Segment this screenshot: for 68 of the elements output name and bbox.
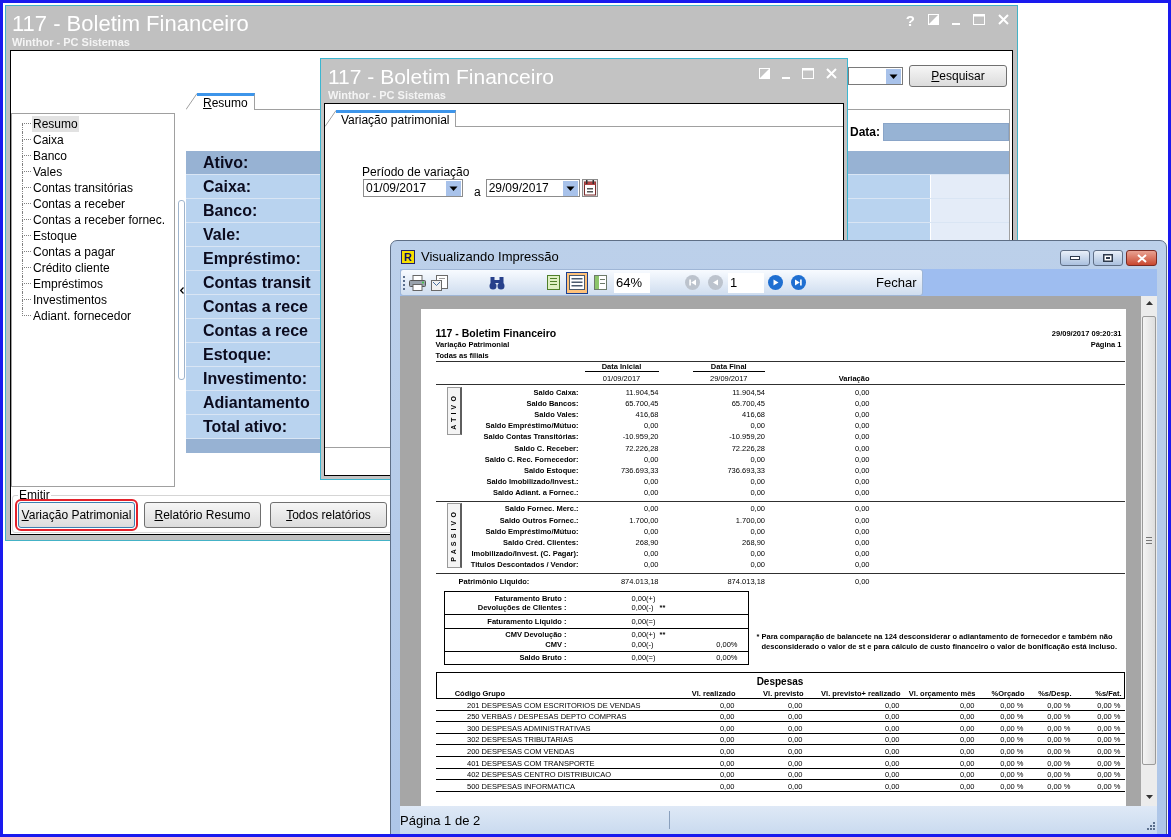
table-cell-text: Adiantamento <box>202 392 311 413</box>
table-cell-text: Contas a rece <box>202 296 309 317</box>
field-label: Data: <box>850 125 880 139</box>
maximize-button[interactable] <box>1093 250 1123 266</box>
close-button[interactable]: Fechar <box>876 275 917 290</box>
search-button[interactable]: Pesquisar <box>909 65 1007 87</box>
next-icon[interactable] <box>768 275 783 290</box>
status-text: Página 1 de 2 <box>400 812 482 828</box>
scroll-up-icon[interactable] <box>1145 301 1153 305</box>
scrollbar-thumb[interactable] <box>1142 316 1156 765</box>
window-title: 117 - Boletim Financeiro <box>12 11 249 36</box>
close-icon <box>1136 253 1147 263</box>
table-cell-text: Caixa: <box>202 176 253 197</box>
resize-grip-icon[interactable] <box>1146 820 1155 830</box>
table-cell-text: Estoque: <box>202 344 273 365</box>
caret-down-icon[interactable] <box>562 180 578 196</box>
tab[interactable]: Variação patrimonial <box>336 110 456 127</box>
table-header-cell-text: Ativo: <box>202 152 250 173</box>
skip-forward-icon[interactable] <box>791 275 806 290</box>
chevron-left-icon <box>179 286 184 294</box>
document-export-icon[interactable] <box>431 274 449 291</box>
view-mode-button[interactable] <box>566 271 588 294</box>
report-title: 117 - Boletim Financeiro <box>435 327 557 339</box>
range-separator: a <box>474 185 481 199</box>
caret-down-icon[interactable] <box>446 180 461 196</box>
table-cell-text: Total ativo: <box>202 416 289 437</box>
table-cell-text: Vale: <box>202 224 242 245</box>
app-logo: R <box>401 250 415 264</box>
field-label: Período de variação <box>362 165 470 179</box>
caret-down-icon[interactable] <box>886 68 901 84</box>
tab[interactable]: Resumo <box>197 93 255 110</box>
table-cell-text: Contas a rece <box>202 320 309 341</box>
input-field[interactable] <box>883 123 1009 141</box>
report-button[interactable]: Relatório Resumo <box>144 502 261 528</box>
minimize-button[interactable] <box>1060 250 1090 266</box>
group-label: Emitir <box>18 488 51 502</box>
calendar-icon[interactable] <box>581 179 598 197</box>
table-title: Despesas <box>756 676 804 687</box>
tree-item[interactable]: Estoque <box>32 228 79 244</box>
table-cell-text: Investimento: <box>202 368 308 389</box>
window-title: Visualizando Impressão <box>421 249 559 264</box>
minimize-icon <box>1070 256 1080 260</box>
window-title: 117 - Boletim Financeiro <box>328 65 555 89</box>
tree-item[interactable]: Resumo <box>32 116 79 132</box>
page-band-icon <box>594 275 607 290</box>
report-button[interactable]: Variação Patrimonial <box>18 502 135 528</box>
table-cell-text: Empréstimo: <box>202 248 302 269</box>
date-field[interactable]: 01/09/2017 <box>363 179 463 197</box>
print-icon[interactable] <box>409 274 426 291</box>
page-icon <box>547 275 560 290</box>
tree-item[interactable]: Contas a pagar <box>32 244 117 260</box>
table-cell-text: Banco: <box>202 200 259 221</box>
date-field[interactable]: 29/09/2017 <box>485 179 580 197</box>
tab-edge-line <box>186 93 197 110</box>
binoculars-icon[interactable] <box>489 275 505 290</box>
scroll-down-icon[interactable] <box>1145 795 1153 799</box>
table-cell-text: Contas transit <box>202 272 312 293</box>
page-field[interactable]: 1 <box>728 272 764 293</box>
report-button[interactable]: Todos relatórios <box>270 502 387 528</box>
vertical-scrollbar[interactable] <box>1141 296 1157 806</box>
restore-icon <box>1103 254 1113 262</box>
dropdown-field[interactable] <box>848 67 903 85</box>
tab-edge-line <box>325 110 336 127</box>
tree-item[interactable]: Empréstimos <box>32 276 104 292</box>
close-button[interactable] <box>1126 250 1157 266</box>
zoom-field[interactable]: 64% <box>614 272 650 293</box>
splitter-handle[interactable] <box>178 200 185 380</box>
lined-page-icon <box>569 275 585 290</box>
